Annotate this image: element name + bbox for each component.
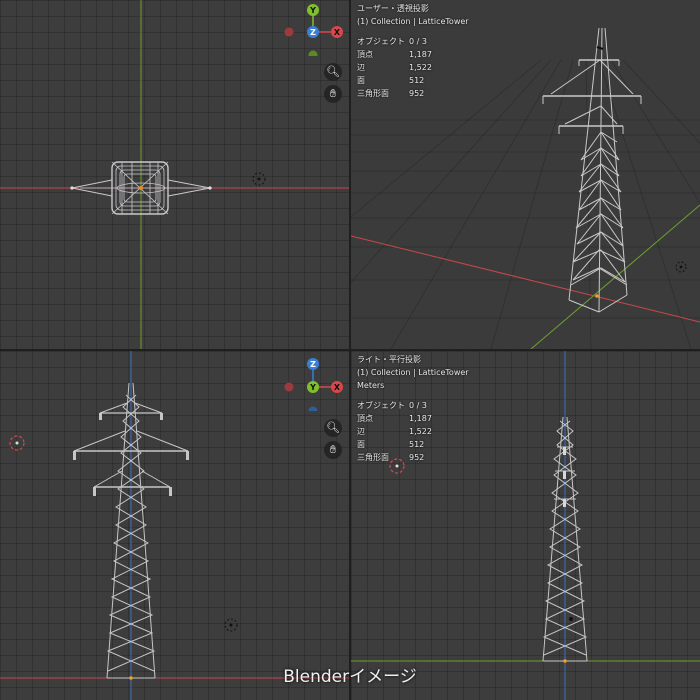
stat-value: 0 / 3 <box>409 401 427 410</box>
gizmo-z-label: Z <box>310 360 316 369</box>
zoom-icon[interactable]: 🔍︎ <box>324 419 342 437</box>
stat-label: オブジェクト <box>357 401 405 410</box>
scene-statistics: オブジェクト 0 / 3 頂点 1,187 辺 1,522 面 512 三角形面 952 <box>357 399 469 464</box>
blender-quad-view: Y X Z 🔍︎ ✋︎ ユーザー・透視投影 (1) Collection | L… <box>0 0 700 700</box>
zoom-icon[interactable]: 🔍︎ <box>324 63 342 81</box>
gizmo-x-label: X <box>334 383 341 392</box>
camera-object-icon[interactable] <box>569 617 573 621</box>
x-axis-line <box>351 235 700 323</box>
neg-x-handle[interactable] <box>284 27 294 37</box>
stat-value: 0 / 3 <box>409 37 427 46</box>
view-title: ユーザー・透視投影 <box>357 4 429 13</box>
stat-label: 面 <box>357 76 365 85</box>
stat-label: 三角形面 <box>357 453 389 462</box>
origin-point <box>595 294 599 298</box>
view-title: ライト・平行投影 <box>357 355 421 364</box>
lattice-tower-perspective[interactable] <box>542 27 642 313</box>
stat-row: オブジェクト 0 / 3 <box>357 399 469 412</box>
stat-value: 512 <box>409 76 425 85</box>
stat-row: 三角形面 952 <box>357 451 469 464</box>
perspective-grid <box>351 59 700 349</box>
stat-row: 辺 1,522 <box>357 61 469 74</box>
stat-row: 頂点 1,187 <box>357 412 469 425</box>
camera-object-icon[interactable] <box>224 618 238 632</box>
pan-hand-icon[interactable]: ✋︎ <box>324 85 342 103</box>
pan-hand-icon[interactable]: ✋︎ <box>324 441 342 459</box>
image-caption: Blenderイメージ <box>283 667 417 687</box>
stat-value: 952 <box>409 89 425 98</box>
gizmo-y-label: Y <box>309 383 316 392</box>
gizmo-x-label: X <box>334 28 341 37</box>
stat-value: 1,522 <box>409 427 432 436</box>
stat-value: 1,187 <box>409 50 432 59</box>
navigation-gizmo[interactable]: Y X Z <box>280 2 349 60</box>
stat-label: 辺 <box>357 427 365 436</box>
origin-point <box>139 186 143 190</box>
viewport-top[interactable]: Y X Z 🔍︎ ✋︎ <box>0 0 349 349</box>
collection-label: (1) Collection | LatticeTower <box>357 17 469 26</box>
scene-statistics: オブジェクト 0 / 3 頂点 1,187 辺 1,522 面 512 三角形面 952 <box>357 35 469 100</box>
neg-y-handle[interactable] <box>308 50 318 60</box>
gizmo-y-label: Y <box>309 6 316 15</box>
stat-value: 1,187 <box>409 414 432 423</box>
collection-label: (1) Collection | LatticeTower <box>357 368 469 377</box>
stat-label: 頂点 <box>357 50 373 59</box>
neg-x-handle[interactable] <box>284 382 294 392</box>
neg-z-handle[interactable] <box>308 406 318 416</box>
viewport-front[interactable]: Z X Y 🔍︎ ✋︎ <box>0 351 349 700</box>
viewport-info-overlay: ライト・平行投影 (1) Collection | LatticeTower M… <box>357 353 469 464</box>
units-label: Meters <box>357 381 385 390</box>
stat-label: 三角形面 <box>357 89 389 98</box>
stat-row: 頂点 1,187 <box>357 48 469 61</box>
stat-label: 辺 <box>357 63 365 72</box>
viewport-right[interactable]: ライト・平行投影 (1) Collection | LatticeTower M… <box>351 351 700 700</box>
stat-value: 1,522 <box>409 63 432 72</box>
light-object-icon[interactable] <box>9 435 25 451</box>
stat-label: 面 <box>357 440 365 449</box>
stat-row: 辺 1,522 <box>357 425 469 438</box>
camera-object-icon[interactable] <box>252 172 266 186</box>
stat-row: 面 512 <box>357 74 469 87</box>
stat-label: 頂点 <box>357 414 373 423</box>
viewport-perspective[interactable]: ユーザー・透視投影 (1) Collection | LatticeTower … <box>351 0 700 349</box>
stat-row: 三角形面 952 <box>357 87 469 100</box>
stat-value: 512 <box>409 440 425 449</box>
stat-value: 952 <box>409 453 425 462</box>
stat-label: オブジェクト <box>357 37 405 46</box>
gizmo-z-label: Z <box>310 28 316 37</box>
stat-row: 面 512 <box>357 438 469 451</box>
navigation-gizmo[interactable]: Z X Y <box>280 357 349 416</box>
viewport-info-overlay: ユーザー・透視投影 (1) Collection | LatticeTower … <box>357 2 469 100</box>
stat-row: オブジェクト 0 / 3 <box>357 35 469 48</box>
light-object-icon[interactable] <box>675 261 687 273</box>
